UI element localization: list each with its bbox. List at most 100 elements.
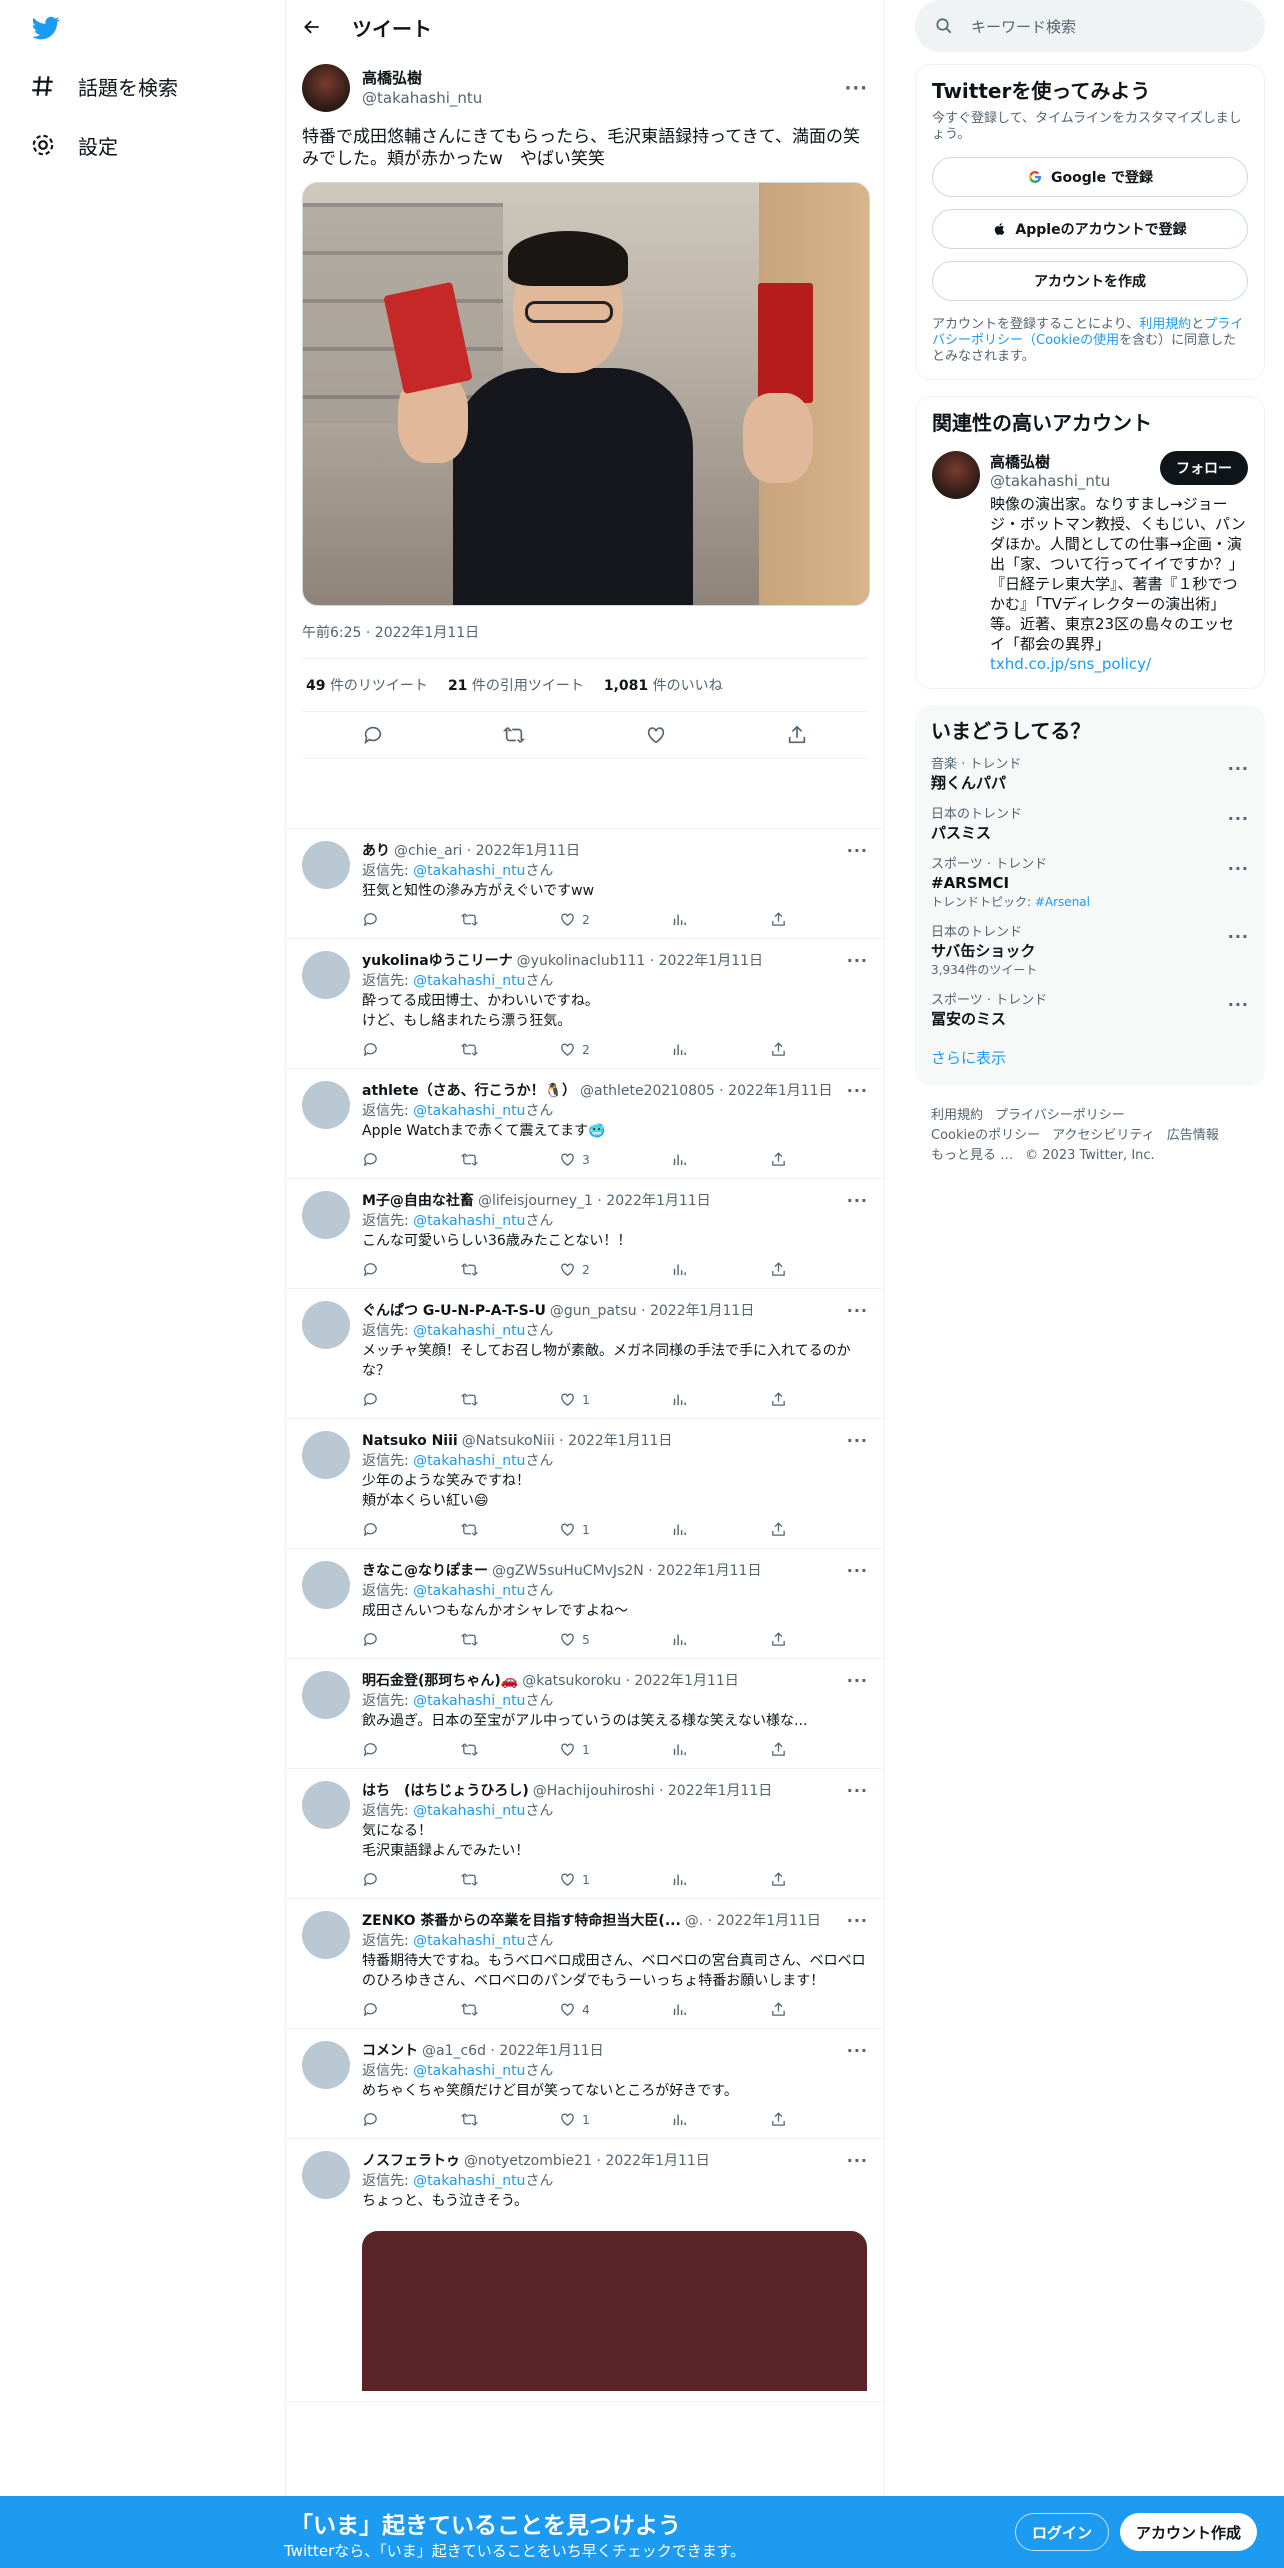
like-button[interactable]: 1 <box>559 1391 590 1408</box>
avatar[interactable] <box>302 951 350 999</box>
more-options-icon[interactable]: ··· <box>839 1301 868 1321</box>
reply-author-name[interactable]: Natsuko Niii <box>362 1431 458 1451</box>
quote-count[interactable]: 21 件の引用ツイート <box>448 675 584 695</box>
retweet-button[interactable] <box>460 1521 478 1538</box>
views-button[interactable] <box>671 1391 688 1408</box>
mention-link[interactable]: @takahashi_ntu <box>413 1103 525 1119</box>
related-account[interactable]: 高橋弘樹 @takahashi_ntu フォロー 映像の演出家。なりすまし→ジョ… <box>932 451 1248 674</box>
avatar[interactable] <box>302 64 350 112</box>
avatar[interactable] <box>932 451 980 499</box>
reply-author-name[interactable]: 明石金登(那珂ちゃん)🚗 <box>362 1671 518 1691</box>
share-button[interactable] <box>770 1391 787 1408</box>
like-button[interactable]: 1 <box>559 1741 590 1758</box>
nav-explore[interactable]: 話題を検索 <box>30 66 178 106</box>
avatar[interactable] <box>302 1561 350 1609</box>
trend-item[interactable]: スポーツ · トレンド #ARSMCI トレンドトピック: #Arsenal ·… <box>931 857 1249 911</box>
more-options-icon[interactable]: ··· <box>839 1191 868 1211</box>
author-name[interactable]: 高橋弘樹 <box>362 68 832 88</box>
share-button[interactable] <box>770 1871 787 1888</box>
reply-tweet[interactable]: あり @chie_ari · 2022年1月11日 ··· 返信先: @taka… <box>286 829 884 939</box>
like-count[interactable]: 1,081 件のいいね <box>604 675 723 695</box>
mention-link[interactable]: @takahashi_ntu <box>413 1323 525 1339</box>
more-options-icon[interactable]: ··· <box>839 1561 868 1581</box>
reply-button[interactable] <box>362 2111 379 2128</box>
reply-author-name[interactable]: はち (はちじょうひろし) <box>362 1781 529 1801</box>
reply-tweet[interactable]: ZENKO 茶番からの卒業を目指す特命担当大臣(... @. · 2022年1月… <box>286 1899 884 2029</box>
footer-link[interactable]: Cookieのポリシー <box>931 1128 1040 1143</box>
reply-button[interactable] <box>362 1041 379 1058</box>
search-input[interactable]: キーワード検索 <box>915 0 1265 52</box>
avatar[interactable] <box>302 1911 350 1959</box>
views-button[interactable] <box>671 1151 688 1168</box>
footer-link[interactable]: 広告情報 <box>1167 1128 1219 1143</box>
tweet-photo[interactable] <box>302 182 870 606</box>
reply-button[interactable] <box>362 1871 379 1888</box>
mention-link[interactable]: @takahashi_ntu <box>413 863 525 879</box>
reply-tweet[interactable]: yukolinaゆうこリーナ @yukolinaclub111 · 2022年1… <box>286 939 884 1069</box>
avatar[interactable] <box>302 1431 350 1479</box>
reply-meta[interactable]: @a1_c6d · 2022年1月11日 <box>422 2041 604 2061</box>
like-button[interactable]: 2 <box>559 1041 590 1058</box>
more-options-icon[interactable]: ··· <box>839 2151 868 2171</box>
reply-meta[interactable]: @lifeisjourney_1 · 2022年1月11日 <box>478 1191 711 1211</box>
reply-media[interactable] <box>362 2231 867 2391</box>
reply-button[interactable] <box>362 1741 379 1758</box>
share-button[interactable] <box>770 2001 787 2018</box>
like-button[interactable]: 3 <box>559 1151 590 1168</box>
more-options-icon[interactable]: ··· <box>839 1081 868 1101</box>
views-button[interactable] <box>671 1261 688 1278</box>
views-button[interactable] <box>671 1631 688 1648</box>
share-icon[interactable] <box>786 724 808 746</box>
mention-link[interactable]: @takahashi_ntu <box>413 973 525 989</box>
trend-item[interactable]: 日本のトレンド サバ缶ショック 3,934件のツイート ··· <box>931 925 1249 979</box>
signup-button[interactable]: アカウント作成 <box>1120 2513 1258 2551</box>
share-button[interactable] <box>770 1151 787 1168</box>
reply-tweet[interactable]: Natsuko Niii @NatsukoNiii · 2022年1月11日 ·… <box>286 1419 884 1549</box>
footer-link[interactable]: プライバシーポリシー <box>995 1108 1125 1123</box>
reply-meta[interactable]: @NatsukoNiii · 2022年1月11日 <box>462 1431 673 1451</box>
reply-icon[interactable] <box>362 724 384 746</box>
like-button[interactable]: 1 <box>559 2111 590 2128</box>
avatar[interactable] <box>302 1301 350 1349</box>
reply-tweet[interactable]: コメント @a1_c6d · 2022年1月11日 ··· 返信先: @taka… <box>286 2029 884 2139</box>
retweet-count[interactable]: 49 件のリツイート <box>306 675 428 695</box>
share-button[interactable] <box>770 911 787 928</box>
views-button[interactable] <box>671 911 688 928</box>
more-options-icon[interactable]: ··· <box>1228 759 1249 778</box>
mention-link[interactable]: @takahashi_ntu <box>413 1803 525 1819</box>
avatar[interactable] <box>302 841 350 889</box>
reply-author-name[interactable]: ZENKO 茶番からの卒業を目指す特命担当大臣(... <box>362 1911 681 1931</box>
reply-button[interactable] <box>362 1631 379 1648</box>
mention-link[interactable]: @takahashi_ntu <box>413 1693 525 1709</box>
like-button[interactable]: 2 <box>559 911 590 928</box>
more-options-icon[interactable]: ··· <box>839 2041 868 2061</box>
share-button[interactable] <box>770 1631 787 1648</box>
like-button[interactable]: 1 <box>559 1871 590 1888</box>
reply-author-name[interactable]: ぐんぱつ G-U-N-P-A-T-S-U <box>362 1301 546 1321</box>
more-options-icon[interactable]: ··· <box>839 1431 868 1451</box>
retweet-button[interactable] <box>460 1391 478 1408</box>
reply-meta[interactable]: @Hachijouhiroshi · 2022年1月11日 <box>533 1781 772 1801</box>
footer-link[interactable]: 利用規約 <box>931 1108 983 1123</box>
more-options-icon[interactable]: ··· <box>1228 809 1249 828</box>
reply-author-name[interactable]: M子@自由な社畜 <box>362 1191 474 1211</box>
trend-item[interactable]: 日本のトレンド パスミス ··· <box>931 807 1249 843</box>
trend-item[interactable]: 音楽 · トレンド 翔くんパパ ··· <box>931 757 1249 793</box>
more-options-icon[interactable]: ··· <box>844 78 868 99</box>
like-button[interactable]: 4 <box>559 2001 590 2018</box>
back-arrow-icon[interactable] <box>302 17 322 37</box>
reply-meta[interactable]: @gZW5suHuCMvJs2N · 2022年1月11日 <box>492 1561 761 1581</box>
retweet-button[interactable] <box>460 1871 478 1888</box>
reply-tweet[interactable]: M子@自由な社畜 @lifeisjourney_1 · 2022年1月11日 ·… <box>286 1179 884 1289</box>
more-options-icon[interactable]: ··· <box>1228 859 1249 878</box>
more-options-icon[interactable]: ··· <box>839 841 868 861</box>
reply-author-name[interactable]: コメント <box>362 2041 418 2061</box>
google-signup-button[interactable]: Google で登録 <box>932 157 1248 197</box>
author-handle[interactable]: @takahashi_ntu <box>362 88 832 108</box>
reply-meta[interactable]: @chie_ari · 2022年1月11日 <box>394 841 580 861</box>
views-button[interactable] <box>671 2111 688 2128</box>
retweet-icon[interactable] <box>503 724 526 746</box>
reply-meta[interactable]: @yukolinaclub111 · 2022年1月11日 <box>517 951 763 971</box>
mention-link[interactable]: @takahashi_ntu <box>413 1583 525 1599</box>
related-name[interactable]: 高橋弘樹 <box>990 451 1110 472</box>
